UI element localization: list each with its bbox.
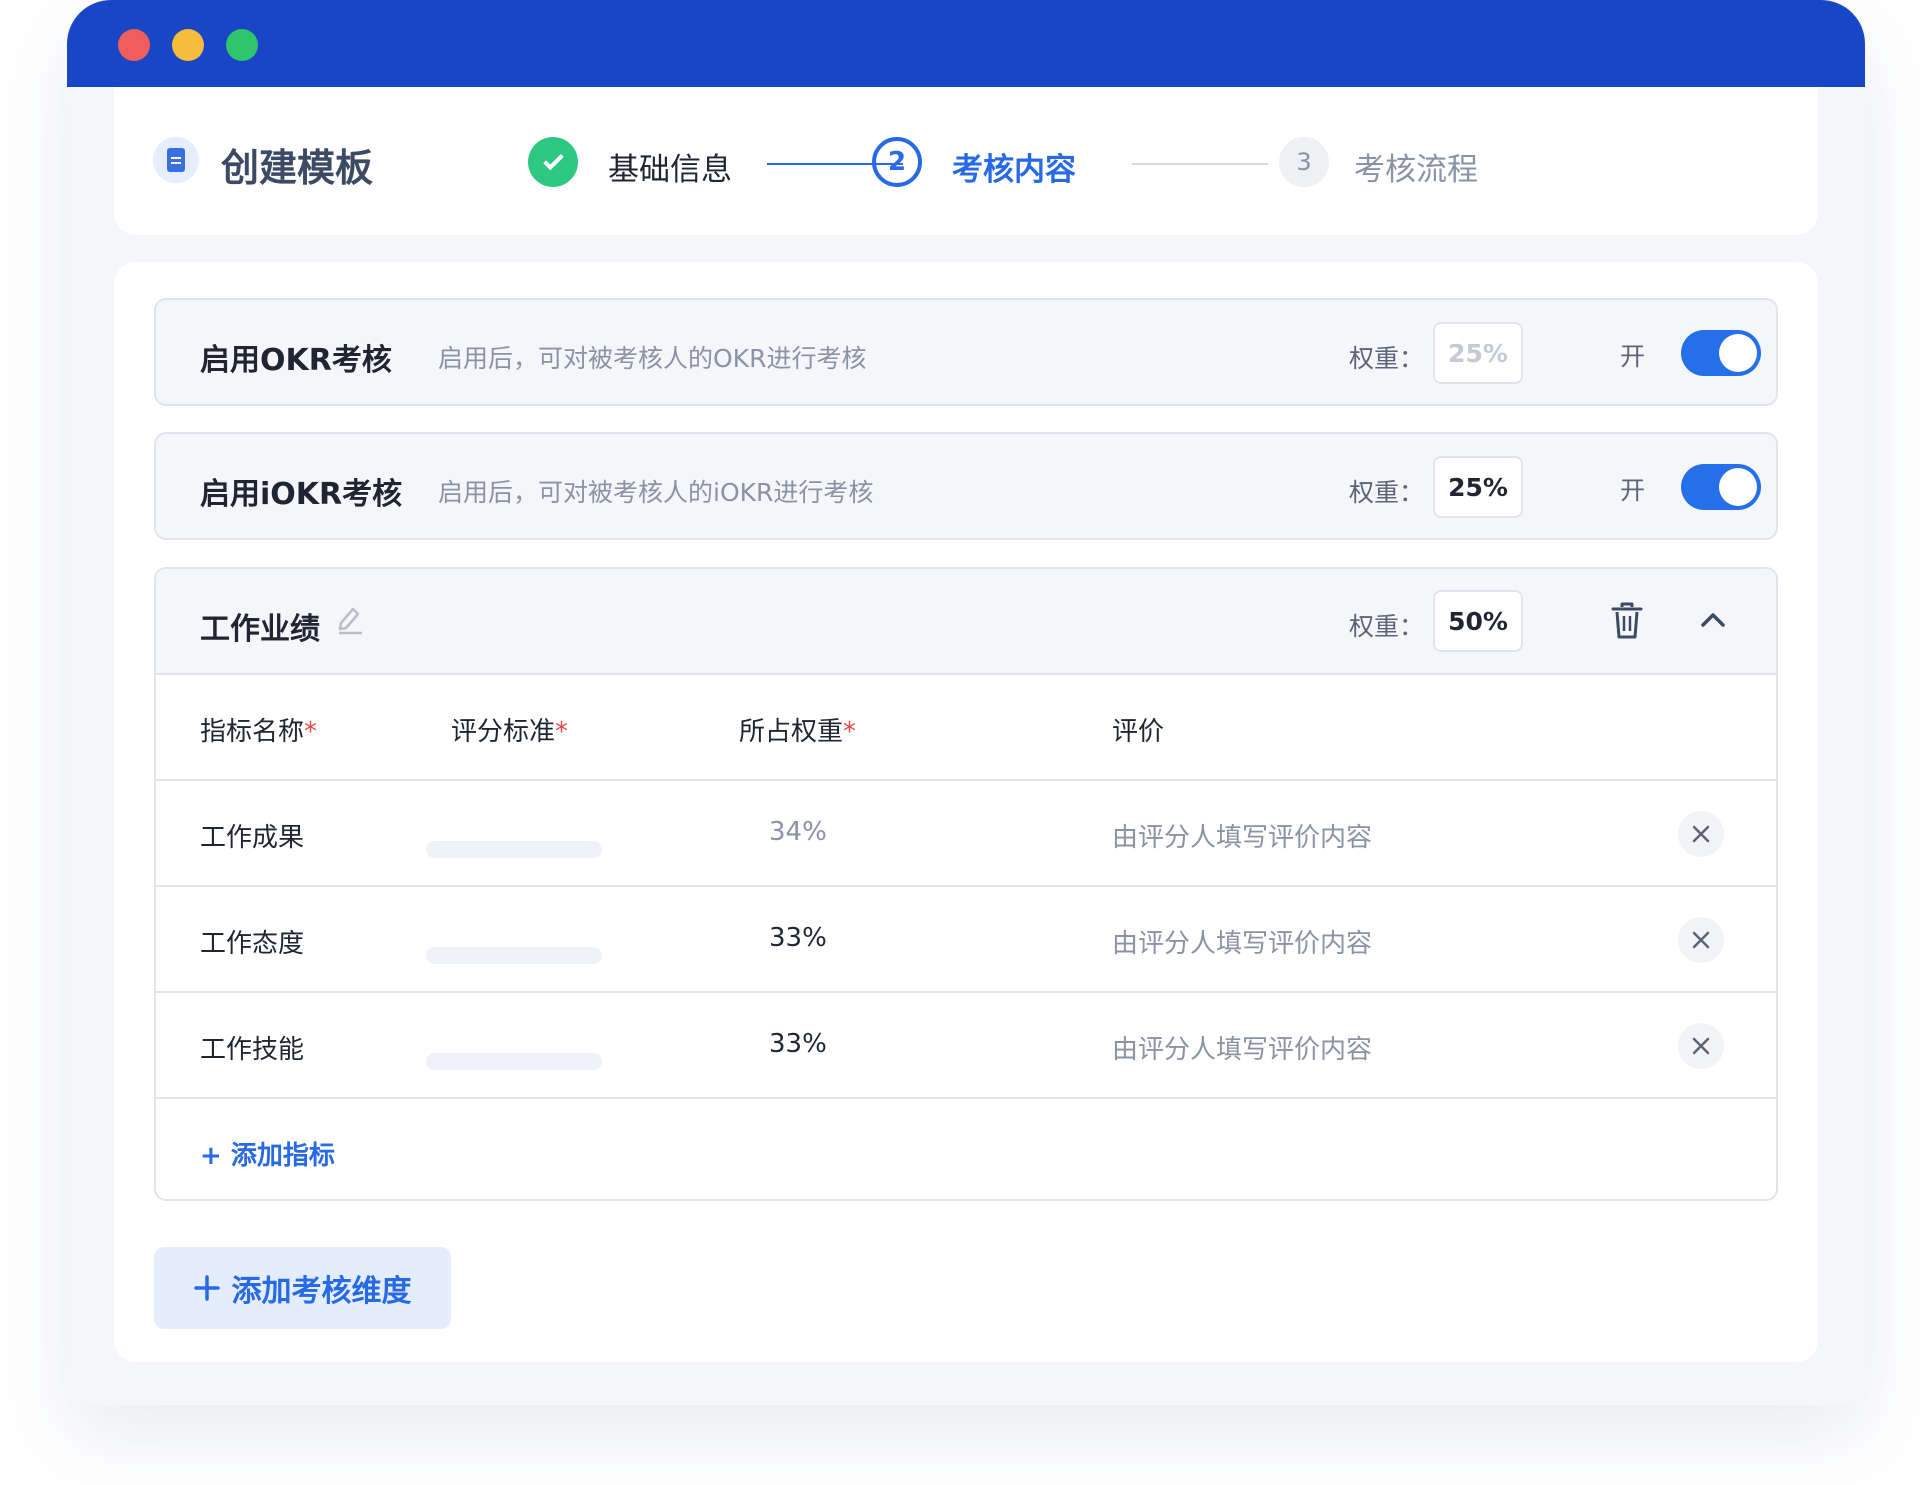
main-card: 启用OKR考核 启用后，可对被考核人的OKR进行考核 权重： 25% 开 启用i… [114,262,1818,1362]
window-close-dot[interactable] [118,29,150,61]
okr-toggle[interactable] [1681,330,1761,376]
close-icon [1692,1037,1710,1055]
metric-name[interactable]: 工作成果 [200,817,304,854]
iokr-description: 启用后，可对被考核人的iOKR进行考核 [438,478,874,507]
remove-metric-button[interactable] [1678,811,1724,857]
close-icon [1692,931,1710,949]
metric-weight[interactable]: 34% [769,817,827,847]
metric-name[interactable]: 工作技能 [200,1029,304,1066]
table-header: 指标名称* 评分标准* 所占权重* 评价 [156,675,1776,781]
document-icon [153,137,199,183]
column-header-standard: 评分标准* [451,717,569,747]
metric-evaluation: 由评分人填写评价内容 [1112,1035,1373,1065]
okr-description: 启用后，可对被考核人的OKR进行考核 [438,344,867,373]
metric-name[interactable]: 工作态度 [200,923,304,960]
iokr-toggle[interactable] [1681,464,1761,510]
window-titlebar [67,0,1865,87]
dimension-header: 工作业绩 权重： 50% [156,569,1776,675]
dimension-weight-input[interactable]: 50% [1433,590,1523,652]
add-metric-link[interactable]: + 添加指标 [200,1135,335,1172]
dimension-card: 工作业绩 权重： 50% 指标名称* 评分标准* 所占权重* 评价 工作成果 3… [154,567,1778,1201]
step-3-number[interactable]: 3 [1279,137,1329,187]
scoring-standard-input[interactable] [426,947,602,964]
dimension-weight-label: 权重： [1349,612,1425,641]
header-card: 创建模板 基础信息 2 考核内容 3 考核流程 [114,87,1818,235]
iokr-weight-input[interactable]: 25% [1433,456,1523,518]
okr-weight-input[interactable]: 25% [1433,322,1523,384]
iokr-title: 启用iOKR考核 [200,477,403,512]
remove-metric-button[interactable] [1678,1023,1724,1069]
plus-icon [193,1275,220,1301]
iokr-row: 启用iOKR考核 启用后，可对被考核人的iOKR进行考核 权重： 25% 开 [154,432,1778,540]
step-2-label[interactable]: 考核内容 [952,144,1076,189]
add-dimension-button[interactable]: 添加考核维度 [154,1247,451,1329]
table-row: 工作成果 34% 由评分人填写评价内容 [156,781,1776,887]
scoring-standard-input[interactable] [426,1053,602,1070]
step-1-label[interactable]: 基础信息 [608,144,732,189]
remove-metric-button[interactable] [1678,917,1724,963]
column-header-name: 指标名称* [200,717,318,747]
window-maximize-dot[interactable] [226,29,258,61]
okr-toggle-label: 开 [1620,342,1646,371]
metric-evaluation: 由评分人填写评价内容 [1112,929,1373,959]
table-row: 工作技能 33% 由评分人填写评价内容 [156,993,1776,1099]
okr-title: 启用OKR考核 [200,343,392,378]
metric-weight[interactable]: 33% [769,1029,827,1059]
step-connector-2 [1132,163,1268,165]
step-1-check-icon[interactable] [528,137,578,187]
okr-weight-label: 权重： [1349,344,1425,373]
iokr-toggle-knob [1719,468,1757,506]
close-icon [1692,825,1710,843]
okr-toggle-knob [1719,334,1757,372]
okr-row: 启用OKR考核 启用后，可对被考核人的OKR进行考核 权重： 25% 开 [154,298,1778,406]
app-window: 创建模板 基础信息 2 考核内容 3 考核流程 启用OKR考核 启用后，可对被考… [67,0,1865,1405]
metric-evaluation: 由评分人填写评价内容 [1112,823,1373,853]
metric-weight[interactable]: 33% [769,923,827,953]
table-row: 工作态度 33% 由评分人填写评价内容 [156,887,1776,993]
add-dimension-label: 添加考核维度 [231,1274,412,1309]
pencil-icon[interactable] [336,603,364,635]
step-2-number[interactable]: 2 [872,137,922,187]
column-header-evaluation: 评价 [1112,717,1165,747]
page-title: 创建模板 [221,146,374,190]
iokr-weight-label: 权重： [1349,478,1425,507]
iokr-toggle-label: 开 [1620,476,1646,505]
window-minimize-dot[interactable] [172,29,204,61]
scoring-standard-input[interactable] [426,841,602,858]
step-3-label[interactable]: 考核流程 [1354,144,1478,189]
chevron-up-icon[interactable] [1700,610,1726,628]
dimension-title: 工作业绩 [200,612,320,647]
column-header-weight: 所占权重* [739,717,857,747]
trash-icon[interactable] [1611,602,1643,640]
